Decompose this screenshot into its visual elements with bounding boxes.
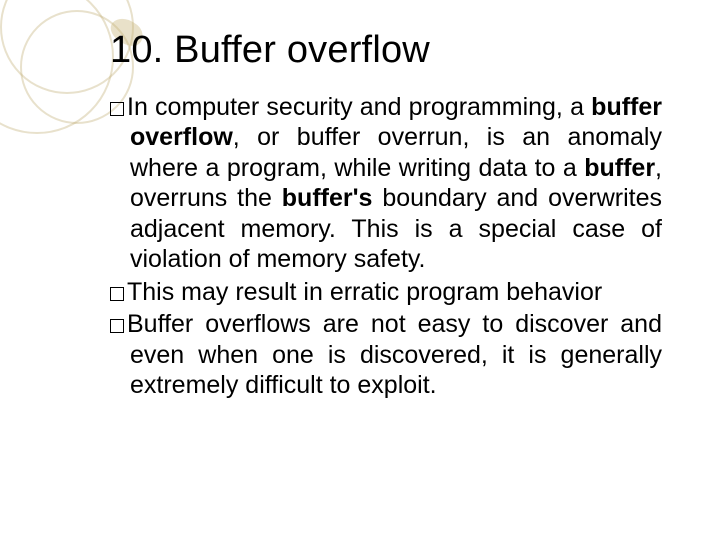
paragraph-3: Buffer overflows are not easy to discove…: [130, 309, 662, 401]
p3-text: Buffer overflows are not easy to discove…: [127, 310, 662, 399]
slide: 10. Buffer overflow In computer security…: [0, 0, 720, 540]
p1-t1: In computer security and programming, a: [127, 93, 591, 121]
p2-text: This may result in erratic program behav…: [127, 278, 602, 306]
slide-body: In computer security and programming, a …: [110, 92, 662, 401]
slide-title: 10. Buffer overflow: [110, 30, 662, 72]
paragraph-1: In computer security and programming, a …: [130, 92, 662, 275]
p1-b3: buffer's: [282, 184, 373, 212]
bullet-icon: [110, 102, 124, 116]
bullet-icon: [110, 319, 124, 333]
bullet-icon: [110, 287, 124, 301]
paragraph-2: This may result in erratic program behav…: [130, 277, 662, 308]
p1-b2: buffer: [584, 154, 655, 182]
